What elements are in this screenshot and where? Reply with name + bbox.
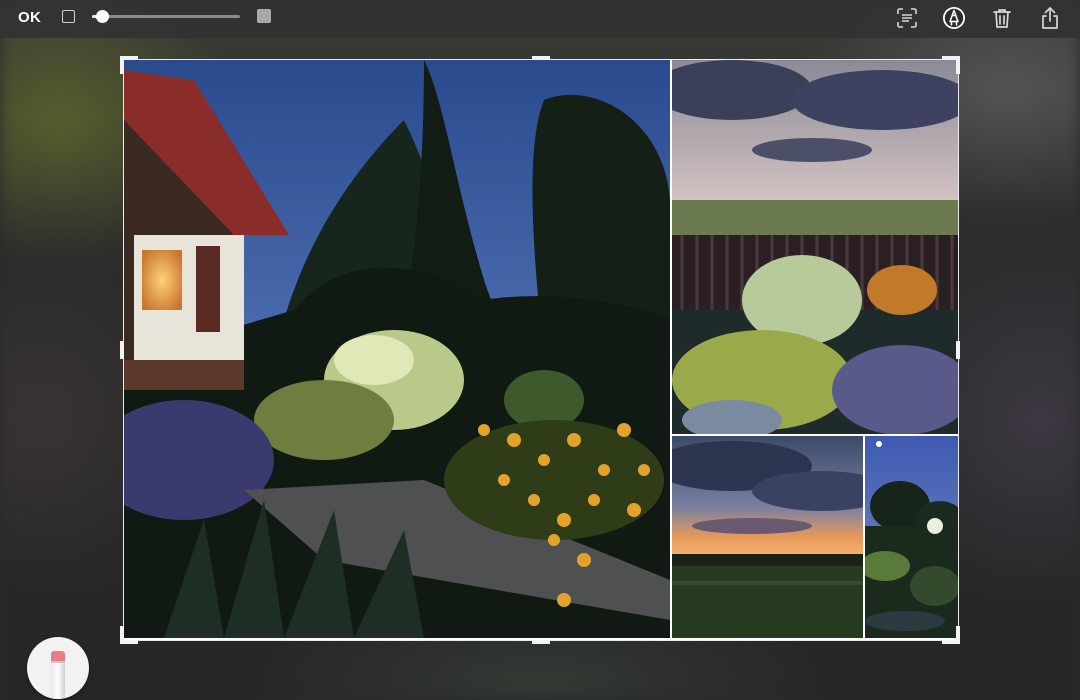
slider-thumb[interactable]	[96, 10, 109, 23]
garden-moon-photo	[865, 436, 958, 638]
markup-pen-icon[interactable]	[941, 5, 967, 31]
crop-handle-right[interactable]	[956, 341, 960, 359]
ok-button[interactable]: OK	[18, 9, 41, 26]
crop-handle-top-right[interactable]	[942, 56, 960, 74]
eraser-tool-button[interactable]	[27, 637, 89, 699]
trash-icon[interactable]	[989, 5, 1015, 31]
crop-handle-top-left[interactable]	[120, 56, 138, 74]
garden-fence-photo	[672, 60, 958, 434]
small-square-icon[interactable]	[62, 10, 75, 23]
large-square-icon[interactable]	[257, 9, 271, 23]
size-slider[interactable]	[92, 10, 242, 24]
eraser-tool-icon	[51, 651, 65, 699]
crop-handle-bottom-right[interactable]	[942, 626, 960, 644]
crop-handle-top[interactable]	[532, 56, 550, 60]
share-icon[interactable]	[1037, 5, 1063, 31]
sunset-field-photo	[672, 436, 863, 638]
slider-track	[92, 15, 240, 18]
crop-handle-bottom[interactable]	[532, 640, 550, 644]
crop-handle-bottom-left[interactable]	[120, 626, 138, 644]
live-text-scan-icon[interactable]	[894, 5, 920, 31]
garden-house-photo	[124, 60, 670, 638]
top-toolbar: OK	[0, 0, 1080, 38]
photo-collage[interactable]	[123, 59, 959, 641]
crop-handle-left[interactable]	[120, 341, 124, 359]
